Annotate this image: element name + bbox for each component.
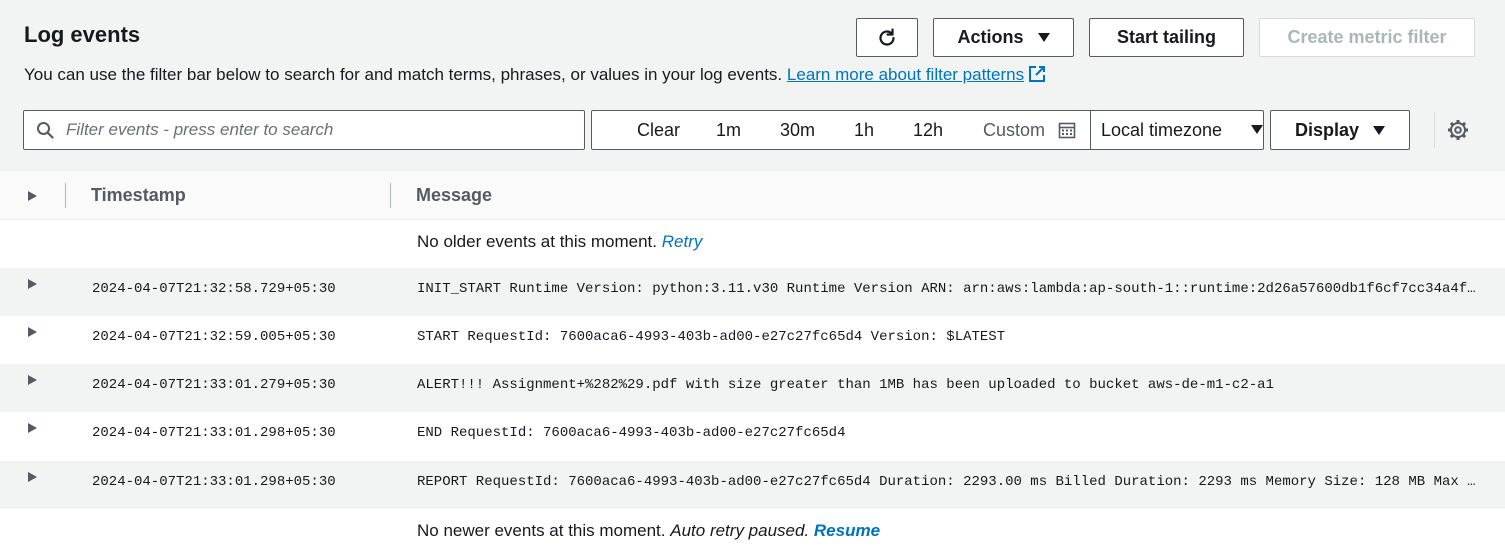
range-1m[interactable]: 1m	[716, 111, 741, 149]
row-message: END RequestId: 7600aca6-4993-403b-ad00-e…	[417, 425, 846, 441]
row-message: ALERT!!! Assignment+%282%29.pdf with siz…	[417, 377, 1274, 393]
table-row[interactable]: 2024-04-07T21:33:01.279+05:30 ALERT!!! A…	[0, 364, 1505, 412]
description-text: You can use the filter bar below to sear…	[24, 65, 783, 84]
table-row[interactable]: 2024-04-07T21:32:58.729+05:30 INIT_START…	[0, 268, 1505, 316]
display-button[interactable]: Display	[1270, 110, 1410, 150]
calendar-icon	[1058, 122, 1076, 139]
range-1h[interactable]: 1h	[854, 111, 874, 149]
actions-label: Actions	[957, 27, 1024, 47]
search-icon	[37, 122, 54, 139]
row-timestamp: 2024-04-07T21:32:59.005+05:30	[92, 329, 336, 345]
expand-row-icon[interactable]	[28, 327, 37, 337]
range-custom[interactable]: Custom	[983, 111, 1076, 149]
expand-row-icon[interactable]	[28, 472, 37, 482]
row-timestamp: 2024-04-07T21:32:58.729+05:30	[92, 281, 336, 297]
refresh-icon	[879, 27, 895, 46]
custom-label: Custom	[983, 120, 1046, 140]
newer-events-notice: No newer events at this moment. Auto ret…	[417, 521, 881, 540]
table-row[interactable]: 2024-04-07T21:33:01.298+05:30 END Reques…	[0, 412, 1505, 460]
retry-link[interactable]: Retry	[662, 232, 703, 251]
display-label: Display	[1294, 119, 1360, 140]
range-12h[interactable]: 12h	[913, 111, 943, 149]
row-message: INIT_START Runtime Version: python:3.11.…	[417, 281, 1477, 297]
resume-link[interactable]: Resume	[814, 521, 880, 540]
column-divider	[65, 183, 66, 208]
page-title: Log events	[24, 22, 141, 47]
column-divider[interactable]	[390, 183, 391, 208]
display-caret-icon	[1373, 125, 1386, 135]
expand-all-icon[interactable]	[28, 191, 37, 201]
row-timestamp: 2024-04-07T21:33:01.298+05:30	[92, 474, 336, 490]
gear-icon[interactable]	[1446, 118, 1470, 142]
expand-row-icon[interactable]	[28, 279, 37, 289]
external-link-icon	[1029, 66, 1046, 82]
timestamp-header[interactable]: Timestamp	[91, 185, 186, 206]
caret-down-icon	[1037, 33, 1050, 42]
description: You can use the filter bar below to sear…	[24, 65, 1046, 85]
table-row[interactable]: 2024-04-07T21:32:59.005+05:30 START Requ…	[0, 316, 1505, 364]
refresh-button[interactable]	[856, 18, 918, 57]
learn-more-link[interactable]: Learn more about filter patterns	[787, 65, 1024, 84]
older-events-notice: No older events at this moment. Retry	[417, 232, 703, 251]
timezone-caret-icon	[1251, 125, 1263, 134]
filter-input[interactable]	[64, 119, 564, 141]
range-divider	[1090, 111, 1091, 149]
time-range-selector: Clear 1m 30m 1h 12h Custom Local timezon…	[591, 110, 1264, 150]
clear-button[interactable]: Clear	[637, 111, 680, 149]
toolbar-divider	[1434, 112, 1435, 148]
create-metric-filter-button[interactable]: Create metric filter	[1259, 18, 1475, 57]
row-timestamp: 2024-04-07T21:33:01.279+05:30	[92, 377, 336, 393]
expand-row-icon[interactable]	[28, 375, 37, 385]
log-events-table: Timestamp Message No older events at thi…	[0, 170, 1505, 556]
start-tailing-button[interactable]: Start tailing	[1089, 18, 1244, 57]
message-header[interactable]: Message	[416, 185, 492, 206]
actions-button[interactable]: Actions	[933, 18, 1074, 57]
timezone-select[interactable]: Local timezone	[1101, 111, 1222, 149]
row-message: REPORT RequestId: 7600aca6-4993-403b-ad0…	[417, 474, 1477, 490]
range-30m[interactable]: 30m	[780, 111, 815, 149]
row-message: START RequestId: 7600aca6-4993-403b-ad00…	[417, 329, 1006, 345]
table-header: Timestamp Message	[0, 171, 1505, 220]
table-row[interactable]: 2024-04-07T21:33:01.298+05:30 REPORT Req…	[0, 461, 1505, 509]
row-timestamp: 2024-04-07T21:33:01.298+05:30	[92, 425, 336, 441]
expand-row-icon[interactable]	[28, 423, 37, 433]
filter-search-box[interactable]	[23, 110, 585, 150]
